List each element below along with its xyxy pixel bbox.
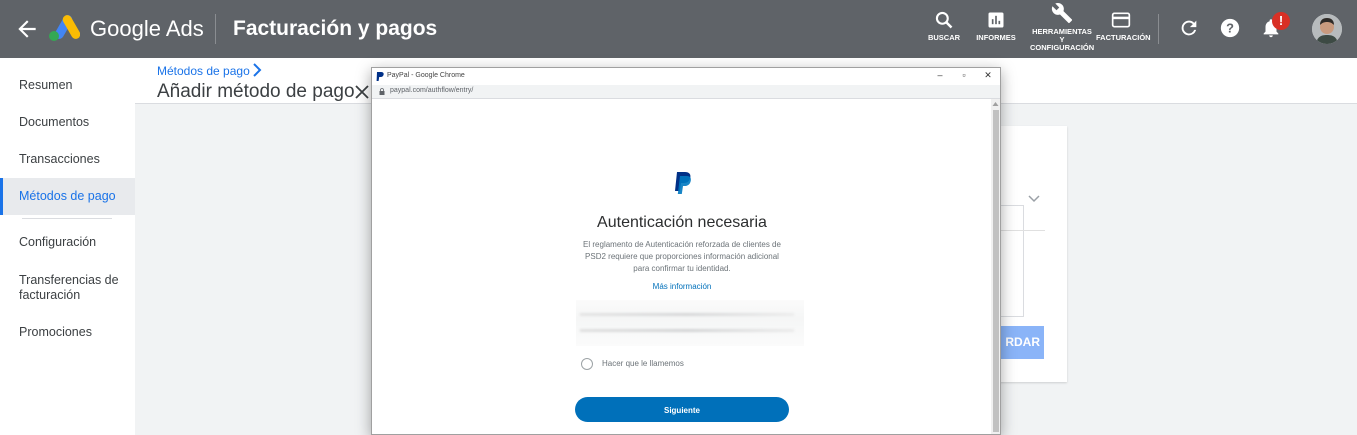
sidebar-item-transferencias[interactable]: Transferencias de facturación [0,273,135,303]
window-titlebar[interactable]: PayPal - Google Chrome – ▫ ✕ [372,68,1000,85]
arrow-left-icon[interactable] [14,16,40,42]
chevron-down-icon[interactable] [1028,194,1040,204]
billing-label: FACTURACIÓN [1096,33,1151,42]
bar-chart-icon [988,12,1004,28]
more-info-link[interactable]: Más información [372,282,992,291]
scrollbar-thumb[interactable] [993,110,999,432]
search-label: BUSCAR [927,33,961,42]
minimize-button[interactable]: – [933,70,947,80]
billing-button[interactable]: FACTURACIÓN [1096,10,1151,42]
credit-card-icon [1111,12,1131,28]
close-window-button[interactable]: ✕ [981,70,995,81]
header-divider [215,14,216,44]
sidebar-item-transacciones[interactable]: Transacciones [0,152,135,167]
breadcrumb[interactable]: Métodos de pago [157,64,250,78]
sidebar-item-promociones[interactable]: Promociones [0,325,135,340]
top-app-bar: Google Ads Facturación y pagos BUSCAR IN… [0,0,1357,58]
call-me-radio[interactable] [581,358,593,370]
wrench-icon [1051,3,1073,24]
sidebar-divider [22,218,112,219]
chevron-right-icon [253,63,262,77]
sidebar-item-metodos-de-pago[interactable]: Métodos de pago [0,178,135,215]
avatar[interactable] [1312,14,1342,44]
help-icon[interactable]: ? [1219,17,1241,39]
toolbar-divider [1158,14,1159,44]
auth-description: El reglamento de Autenticación reforzada… [583,240,781,273]
sidebar: Resumen Documentos Transacciones Métodos… [0,58,135,435]
address-bar[interactable]: paypal.com/authflow/entry/ [372,85,1000,99]
page-title: Facturación y pagos [233,17,438,40]
panel-title: Añadir método de pago [157,81,355,102]
sidebar-item-documentos[interactable]: Documentos [0,115,135,130]
svg-text:?: ? [1226,21,1234,36]
refresh-icon[interactable] [1178,17,1200,39]
window-title: PayPal - Google Chrome [387,72,465,79]
blurred-option-2[interactable] [580,329,794,332]
form-divider [995,230,1045,231]
reports-label: INFORMES [976,33,1016,42]
blurred-option-1[interactable] [580,313,794,316]
save-button[interactable]: RDAR [995,326,1044,359]
scroll-up-arrow-icon[interactable] [992,101,999,107]
lock-icon [379,88,385,95]
paypal-favicon-icon [376,72,384,81]
auth-heading: Autenticación necesaria [597,214,767,231]
paypal-popup-window: PayPal - Google Chrome – ▫ ✕ paypal.com/… [371,67,1001,435]
close-icon[interactable] [354,84,370,100]
maximize-button[interactable]: ▫ [957,70,971,80]
next-button[interactable]: Siguiente [575,397,789,422]
search-icon [935,11,953,29]
tools-label-line3: CONFIGURACIÓN [1030,43,1095,52]
user-photo-icon [1312,14,1342,44]
google-ads-logo-icon [49,15,80,41]
url-text: paypal.com/authflow/entry/ [390,87,474,94]
reports-button[interactable]: INFORMES [974,10,1018,42]
blurred-contact-options [576,300,804,346]
call-me-label: Hacer que le llamemos [602,359,684,368]
notification-badge: ! [1272,12,1290,30]
sidebar-item-resumen[interactable]: Resumen [0,78,135,93]
tools-and-settings-button[interactable]: HERRAMIENTAS Y CONFIGURACIÓN [1030,2,1094,52]
sidebar-item-configuracion[interactable]: Configuración [0,235,135,250]
brand-name: Google Ads [90,16,204,41]
paypal-logo-icon [675,172,691,194]
search-button[interactable]: BUSCAR [925,10,963,42]
